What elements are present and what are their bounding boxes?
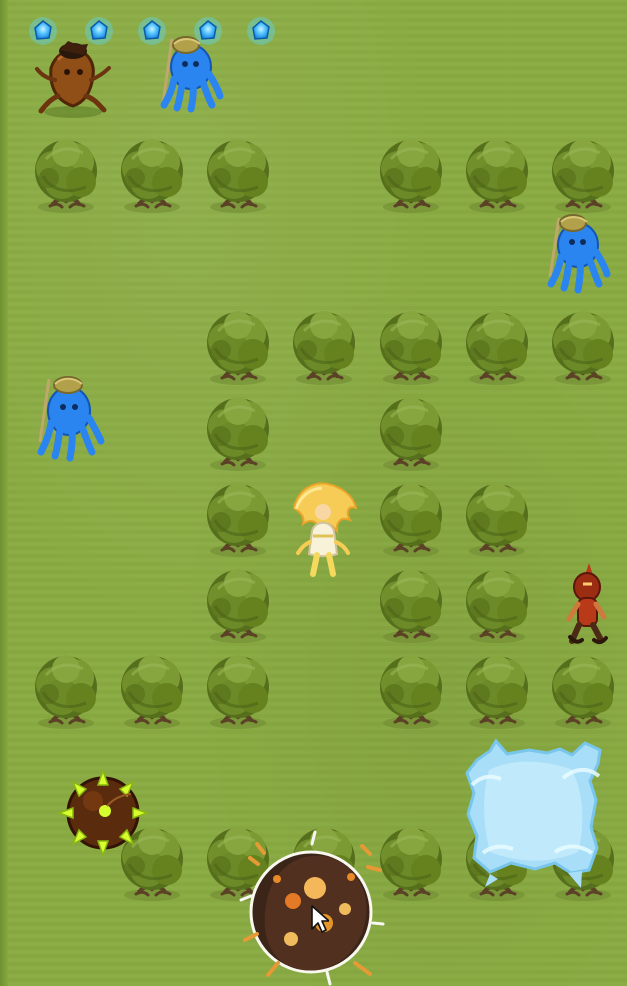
tree-obstacle <box>200 131 276 215</box>
tree-obstacle <box>200 389 276 473</box>
tree-obstacle <box>373 389 449 473</box>
tree-obstacle <box>459 475 535 559</box>
tree-obstacle <box>200 561 276 645</box>
tree-obstacle <box>459 131 535 215</box>
tree-obstacle <box>459 303 535 387</box>
tree-obstacle <box>373 131 449 215</box>
tree-obstacle <box>114 131 190 215</box>
player-character <box>286 478 360 582</box>
tree-obstacle <box>373 561 449 645</box>
gem-icon <box>247 17 275 45</box>
tree-obstacle <box>114 647 190 731</box>
tree-obstacle <box>28 647 104 731</box>
tree-obstacle <box>373 303 449 387</box>
blue-octopus-enemy <box>156 33 224 115</box>
blue-octopus-enemy <box>543 210 611 296</box>
tree-obstacle <box>28 131 104 215</box>
tree-obstacle <box>545 131 621 215</box>
red-warrior-enemy <box>562 559 612 647</box>
tree-obstacle <box>459 647 535 731</box>
tree-obstacle <box>200 475 276 559</box>
tree-obstacle <box>200 303 276 387</box>
blue-octopus-enemy <box>33 372 105 462</box>
tree-obstacle <box>545 647 621 731</box>
game-board <box>0 0 627 986</box>
mouse-cursor-icon <box>311 905 330 933</box>
left-grass-edge <box>0 0 8 986</box>
spiked-mine <box>53 764 159 860</box>
tree-obstacle <box>286 303 362 387</box>
tree-obstacle <box>459 561 535 645</box>
frost-splash-effect <box>459 736 609 892</box>
tree-obstacle <box>373 475 449 559</box>
tree-obstacle <box>200 647 276 731</box>
root-stump-enemy <box>33 38 113 120</box>
tree-obstacle <box>373 647 449 731</box>
tree-obstacle <box>545 303 621 387</box>
